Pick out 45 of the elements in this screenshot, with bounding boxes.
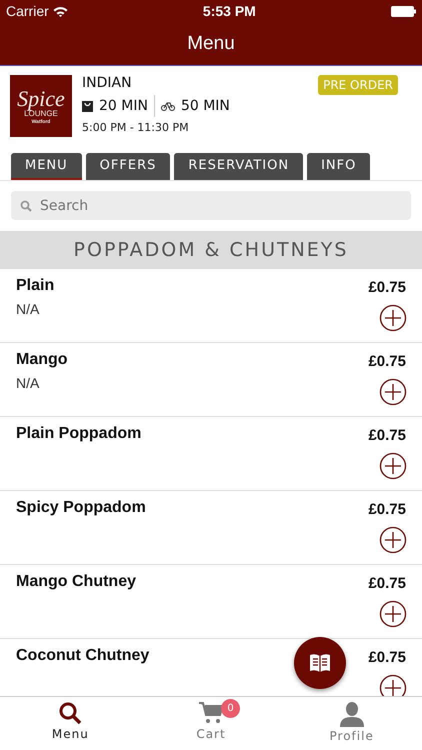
- item-price: £0.75: [368, 649, 406, 666]
- tab[interactable]: RESERVATION: [174, 153, 304, 180]
- tab[interactable]: INFO: [307, 153, 370, 180]
- item-name: Mango Chutney: [16, 573, 136, 591]
- item-name: Mango: [16, 351, 68, 369]
- book-icon: [309, 653, 331, 673]
- cart-icon: [198, 701, 224, 725]
- item-price: £0.75: [368, 279, 406, 296]
- search-icon: [58, 701, 82, 725]
- tab[interactable]: OFFERS: [86, 153, 170, 180]
- cuisine-label: INDIAN: [82, 75, 133, 91]
- opening-hours: 5:00 PM - 11:30 PM: [82, 121, 190, 134]
- add-button[interactable]: [379, 378, 407, 406]
- item-price: £0.75: [368, 501, 406, 518]
- tab[interactable]: MENU: [11, 153, 82, 180]
- person-icon: [338, 701, 365, 727]
- bicycle-icon: [160, 101, 175, 111]
- item-price: £0.75: [368, 575, 406, 592]
- item-name: Plain Poppadom: [16, 425, 142, 443]
- add-button[interactable]: [379, 674, 407, 696]
- add-button[interactable]: [379, 526, 407, 554]
- add-button[interactable]: [379, 600, 407, 628]
- search-icon: [20, 200, 32, 212]
- pre-order-badge: PRE ORDER: [318, 75, 398, 95]
- wifi-icon: [52, 6, 68, 16]
- item-description: N/A: [16, 301, 40, 317]
- section-title: POPPADOM & CHUTNEYS: [74, 239, 348, 261]
- nav-title: Menu: [187, 32, 235, 54]
- item-name: Coconut Chutney: [16, 647, 150, 665]
- status-time: 5:53 PM: [202, 3, 256, 19]
- add-button[interactable]: [379, 452, 407, 480]
- carrier-label: Carrier: [6, 3, 49, 19]
- collection-time: 20 MIN: [99, 98, 148, 114]
- item-description: N/A: [16, 375, 40, 391]
- add-button[interactable]: [379, 304, 407, 332]
- delivery-time: 50 MIN: [180, 98, 230, 114]
- menu-book-button[interactable]: [294, 637, 346, 689]
- item-name: Plain: [16, 277, 54, 295]
- item-name: Spicy Poppadom: [16, 499, 146, 517]
- item-price: £0.75: [368, 353, 406, 370]
- bag-icon: [82, 100, 93, 112]
- item-price: £0.75: [368, 427, 406, 444]
- cart-count-badge: 0: [221, 699, 240, 718]
- search-field[interactable]: Search: [11, 191, 411, 220]
- battery-icon: [390, 6, 416, 16]
